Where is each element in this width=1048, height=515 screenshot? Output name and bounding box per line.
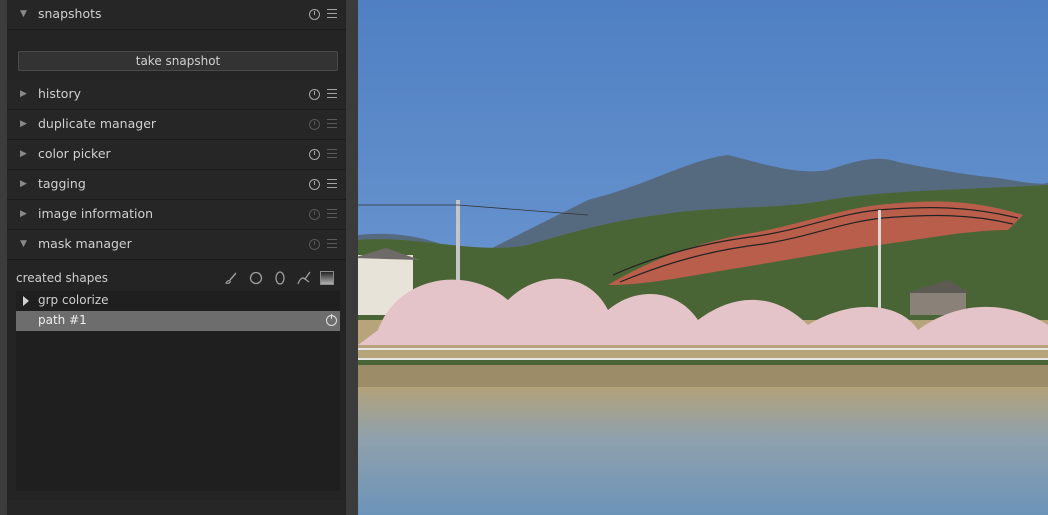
collapse-arrow-icon: ▶: [20, 209, 27, 219]
module-tagging-header[interactable]: ▶ tagging: [7, 170, 346, 200]
collapse-arrow-icon: ▶: [20, 179, 27, 189]
reset-icon[interactable]: [309, 179, 320, 190]
fence-rail: [358, 358, 1048, 360]
presets-menu-icon[interactable]: [327, 9, 337, 20]
expand-arrow-icon: ▼: [20, 9, 27, 19]
mask-manager-body: created shapes grp colorize path #1: [7, 260, 346, 500]
power-icon[interactable]: [326, 314, 337, 326]
pond-water: [358, 387, 1048, 515]
mask-tree: grp colorize path #1: [16, 291, 340, 491]
module-duplicate-manager-header[interactable]: ▶ duplicate manager: [7, 110, 346, 140]
module-title: snapshots: [38, 6, 102, 21]
presets-menu-icon[interactable]: [327, 179, 337, 190]
module-color-picker-header[interactable]: ▶ color picker: [7, 140, 346, 170]
created-shapes-label: created shapes: [16, 271, 108, 285]
module-title: tagging: [38, 176, 86, 191]
reset-icon[interactable]: [309, 209, 320, 220]
presets-menu-icon[interactable]: [327, 149, 337, 160]
path-icon[interactable]: [297, 271, 311, 285]
presets-menu-icon[interactable]: [327, 89, 337, 100]
tree-row-shape[interactable]: path #1: [16, 311, 340, 331]
take-snapshot-button[interactable]: take snapshot: [18, 51, 338, 71]
reset-icon[interactable]: [309, 89, 320, 100]
module-mask-manager-header[interactable]: ▼ mask manager: [7, 230, 346, 260]
tree-row-label: path #1: [38, 313, 87, 327]
expand-arrow-icon: ▼: [20, 239, 27, 249]
brush-icon[interactable]: [224, 271, 238, 285]
presets-menu-icon[interactable]: [327, 119, 337, 130]
module-title: mask manager: [38, 236, 132, 251]
reset-icon[interactable]: [309, 239, 320, 250]
circle-icon[interactable]: [249, 271, 263, 285]
fence-rail: [358, 348, 1048, 350]
module-title: history: [38, 86, 81, 101]
presets-menu-icon[interactable]: [327, 209, 337, 220]
module-snapshots-header[interactable]: ▼ snapshots: [7, 0, 346, 30]
left-panel: ▼ snapshots take snapshot ▶ history ▶ du…: [0, 0, 348, 515]
expand-triangle-icon[interactable]: [23, 296, 29, 306]
image-preview[interactable]: [358, 0, 1048, 515]
module-history-header[interactable]: ▶ history: [7, 80, 346, 110]
panel-edge: [0, 0, 7, 515]
riverbank: [358, 365, 1048, 387]
panel-scrollbar[interactable]: [346, 0, 358, 515]
tree-row-group[interactable]: grp colorize: [16, 291, 340, 311]
module-image-information-header[interactable]: ▶ image information: [7, 200, 346, 230]
collapse-arrow-icon: ▶: [20, 149, 27, 159]
collapse-arrow-icon: ▶: [20, 89, 27, 99]
presets-menu-icon[interactable]: [327, 239, 337, 250]
reset-icon[interactable]: [309, 119, 320, 130]
reset-icon[interactable]: [309, 149, 320, 160]
reset-icon[interactable]: [309, 9, 320, 20]
module-title: color picker: [38, 146, 111, 161]
snapshots-body: take snapshot: [7, 30, 346, 80]
gradient-icon[interactable]: [320, 271, 334, 285]
module-title: duplicate manager: [38, 116, 157, 131]
collapse-arrow-icon: ▶: [20, 119, 27, 129]
tree-row-label: grp colorize: [38, 293, 109, 307]
ellipse-icon[interactable]: [273, 271, 287, 285]
module-title: image information: [38, 206, 154, 221]
